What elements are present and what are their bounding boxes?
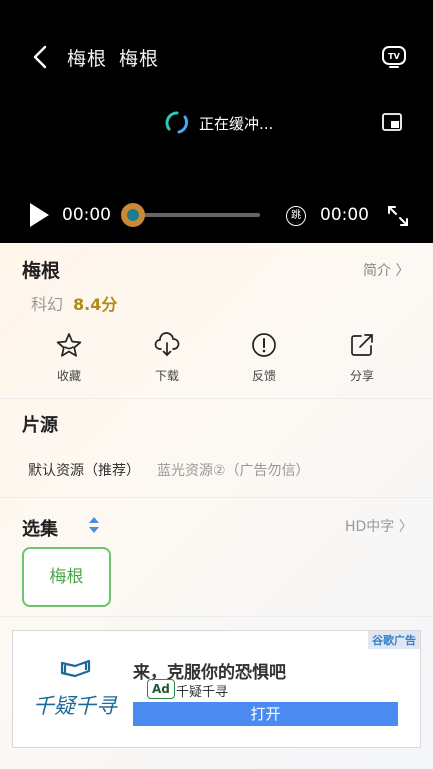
source-default[interactable]: 默认资源（推荐） [28,460,140,480]
total-time: 00:00 [320,205,369,225]
ad-open-button[interactable]: 打开 [133,702,398,726]
episode-item[interactable]: 梅根 [22,547,111,607]
movie-title: 梅根 [22,260,61,282]
tv-icon[interactable]: TV [381,43,407,69]
play-icon[interactable] [28,202,50,228]
episodes-title: 选集 [22,519,58,540]
svg-text:TV: TV [388,52,400,61]
feedback-button[interactable]: 反馈 [234,332,294,384]
buffering-text: 正在缓冲... [199,114,274,133]
player-title-part: 梅根 [119,48,160,70]
favorite-button[interactable]: 收藏 [39,332,99,384]
divider [0,616,433,617]
quality-link[interactable]: HD中字 〉 [345,516,413,536]
alert-icon [252,333,276,357]
sources-title: 片源 [22,415,58,436]
sort-icon[interactable] [88,516,100,534]
ad-advertiser-name: 千疑千寻 [176,685,229,700]
player-title-part: 梅根 [67,48,108,70]
source-bluray[interactable]: 蓝光资源②（广告勿信） [157,460,310,480]
ad-tag: 谷歌广告 [368,631,420,649]
player-title: 梅根 梅根 [67,44,159,71]
advertiser-logo-text: 千疑千寻 [33,694,118,718]
share-icon [351,334,373,356]
download-button[interactable]: 下载 [137,332,197,384]
rating-score: 8.4分 [73,295,118,314]
progress-thumb[interactable] [121,203,145,227]
skip-icon[interactable]: 跳 [286,206,306,226]
share-button[interactable]: 分享 [332,332,392,384]
download-label: 下载 [154,369,179,383]
feedback-label: 反馈 [251,369,276,383]
ad-badge: Ad [147,679,175,699]
cloud-download-icon [154,332,180,356]
current-time: 00:00 [62,205,111,225]
picture-in-picture-icon[interactable] [382,113,402,131]
loading-spinner-icon [165,111,188,134]
intro-link[interactable]: 简介 〉 [363,260,409,280]
back-icon[interactable] [30,44,52,70]
star-icon [56,333,82,357]
video-player[interactable]: 梅根 梅根 TV 正在缓冲... 00:00 跳 00:00 [0,0,433,243]
fullscreen-icon[interactable] [386,204,410,228]
progress-bar[interactable] [133,213,260,217]
share-label: 分享 [349,369,374,383]
divider [0,497,433,498]
ad-banner[interactable]: 谷歌广告 千疑千寻 来，克服你的恐惧吧 Ad 千疑千寻 打开 [12,630,421,748]
advertiser-logo: 千疑千寻 [33,659,118,718]
genre-label: 科幻 [31,295,64,314]
buffering-indicator: 正在缓冲... [165,110,273,136]
divider [0,398,433,399]
favorite-label: 收藏 [56,369,81,383]
